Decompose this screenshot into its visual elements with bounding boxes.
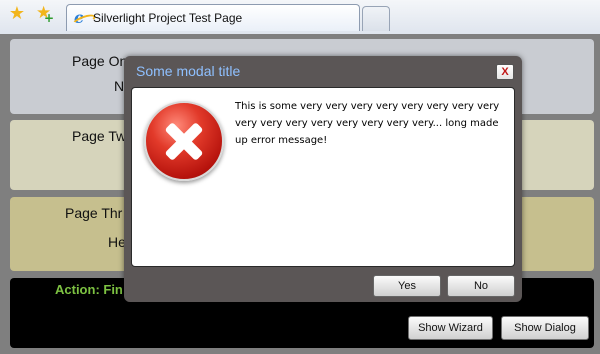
- show-wizard-button[interactable]: Show Wizard: [408, 316, 493, 340]
- modal-title: Some modal title: [136, 63, 241, 79]
- page-one-text: N: [114, 78, 125, 94]
- yes-button[interactable]: Yes: [373, 275, 441, 297]
- favorites-star-icon[interactable]: ★: [8, 5, 26, 23]
- tab-title: Silverlight Project Test Page: [93, 11, 243, 25]
- page-three-label: Page Thr: [65, 205, 123, 221]
- ie-icon: e: [74, 10, 90, 26]
- error-message: This is some very very very very very ve…: [235, 101, 500, 146]
- action-label: Action: Fin: [55, 282, 123, 297]
- add-favorite-plus-icon: +: [44, 11, 55, 25]
- modal-body: This is some very very very very very ve…: [131, 87, 515, 267]
- new-tab-button[interactable]: [362, 6, 390, 31]
- no-button[interactable]: No: [447, 275, 515, 297]
- browser-tab[interactable]: e Silverlight Project Test Page: [66, 4, 360, 31]
- close-button[interactable]: X: [496, 64, 514, 80]
- show-dialog-button[interactable]: Show Dialog: [501, 316, 589, 340]
- add-favorite-icon[interactable]: ★ +: [36, 5, 55, 25]
- page-two-label: Page Tw: [72, 128, 127, 144]
- error-icon: [144, 101, 224, 181]
- browser-toolbar: ★ ★ + e Silverlight Project Test Page: [0, 0, 600, 35]
- modal-dialog: Some modal title X This is some very ver…: [124, 56, 522, 302]
